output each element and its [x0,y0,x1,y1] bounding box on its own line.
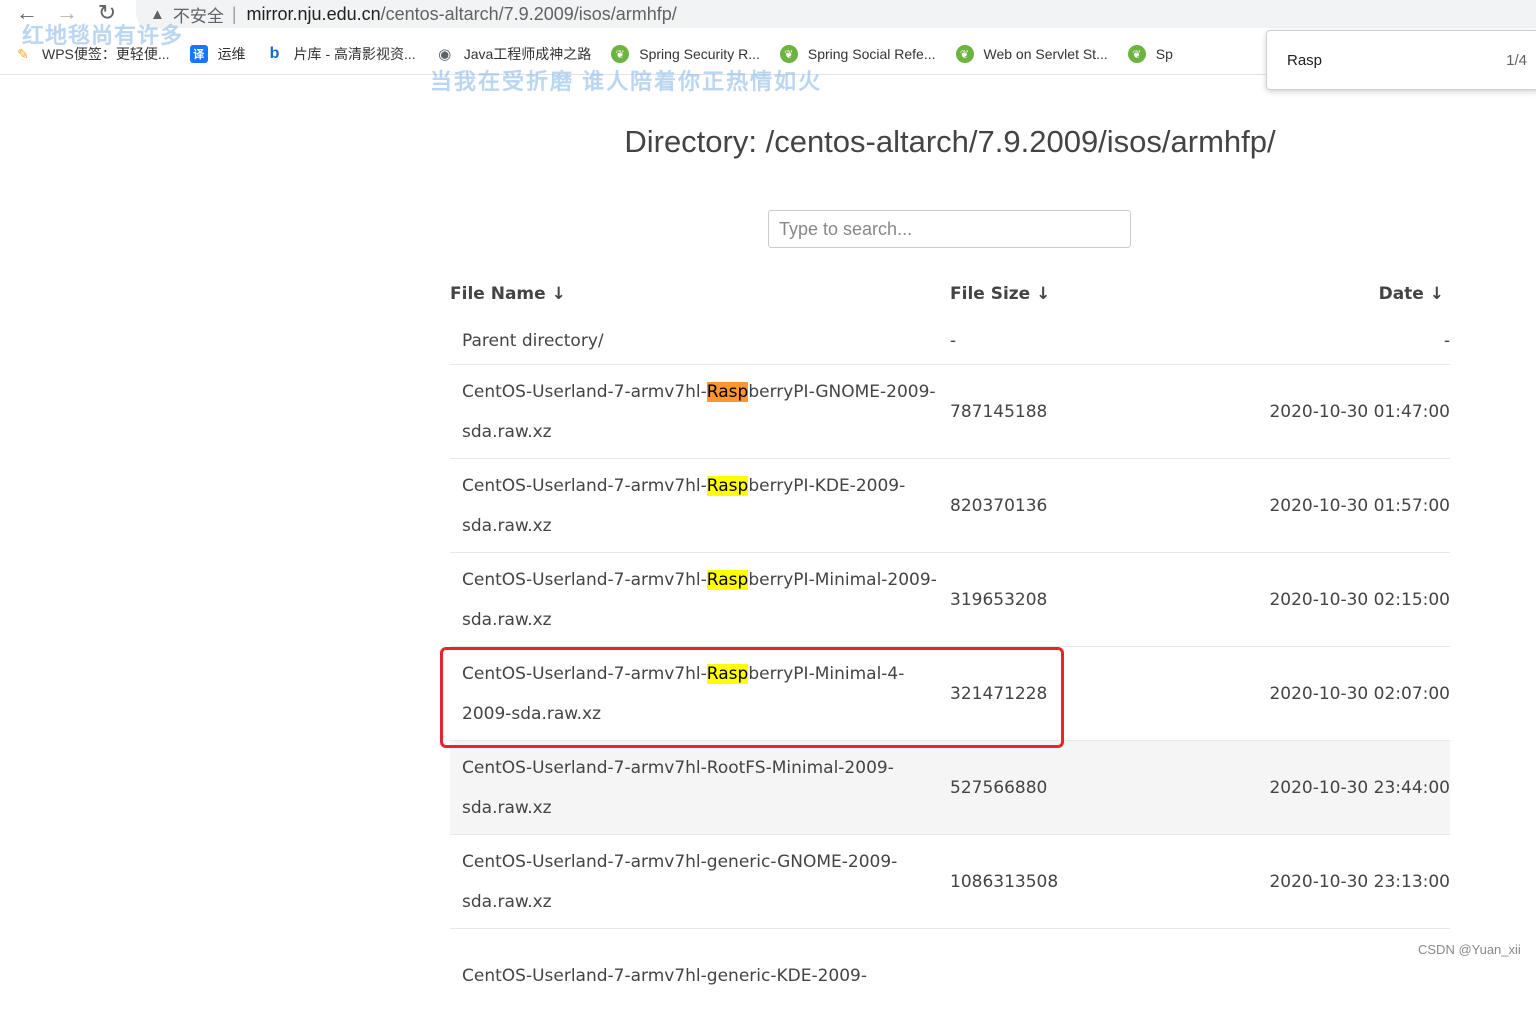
spring-icon: ❦ [779,45,798,63]
bookmark-label: 运维 [217,46,246,62]
table-row: Parent directory/ - - [450,317,1450,365]
find-highlight-active: Rasp [706,381,749,402]
sort-by-name[interactable]: File Name ↓ [450,284,950,304]
find-highlight: Rasp [706,663,749,684]
parent-directory-link[interactable]: Parent directory/ [450,321,950,361]
globe-icon: ◉ [438,46,452,63]
page-title: Directory: /centos-altarch/7.9.2009/isos… [624,124,1276,159]
file-size: 1086313508 [950,871,1059,892]
find-match-count: 1/4 [1506,51,1527,69]
file-date: 2020-10-30 01:57:00 [1269,495,1450,516]
file-size: 321471228 [950,683,1048,704]
file-link[interactable]: CentOS-Userland-7-armv7hl-RaspberryPI-GN… [450,372,950,452]
table-header: File Name ↓ File Size ↓ Date ↓ [450,270,1450,317]
bookmark-label: Spring Social Refe... [807,46,936,62]
file-size: 787145188 [950,401,1048,422]
file-link[interactable]: CentOS-Userland-7-armv7hl-RaspberryPI-Mi… [450,654,950,734]
file-name-part: CentOS-Userland-7-armv7hl- [462,475,707,496]
find-input[interactable]: Rasp [1287,52,1506,69]
file-link[interactable]: CentOS-Userland-7-armv7hl-RootFS-Minimal… [450,748,950,828]
url-separator: | [231,3,237,24]
file-size: - [950,330,957,351]
file-name-part: CentOS-Userland-7-armv7hl- [462,381,707,402]
file-date: 2020-10-30 23:44:00 [1269,777,1450,798]
watermark-banner: 当我在受折磨 谁人陪着你正热情如火 [430,69,823,94]
bing-icon: b [269,45,280,62]
table-row: CentOS-Userland-7-armv7hl-RootFS-Minimal… [450,741,1450,835]
file-link[interactable]: CentOS-Userland-7-armv7hl-generic-KDE-20… [450,956,950,996]
bookmark-label: Web on Servlet St... [983,46,1108,62]
file-table: File Name ↓ File Size ↓ Date ↓ Parent di… [450,270,1450,1023]
bookmark-ops[interactable]: 译 运维 [189,44,246,64]
bookmark-spring-social[interactable]: ❦ Spring Social Refe... [779,45,936,63]
bookmark-java[interactable]: ◉ Java工程师成神之路 [436,44,592,64]
bookmark-label: 片库 - 高清影视资... [293,46,416,62]
spring-icon: ❦ [611,45,630,63]
watermark-text: 红地毯尚有许多 [22,23,184,48]
translate-icon: 译 [189,45,208,63]
file-link[interactable]: CentOS-Userland-7-armv7hl-generic-GNOME-… [450,842,950,922]
file-name-part: CentOS-Userland-7-armv7hl- [462,663,707,684]
file-date: 2020-10-30 01:47:00 [1269,401,1450,422]
file-size: 820370136 [950,495,1048,516]
spring-icon: ❦ [955,45,974,63]
table-row: CentOS-Userland-7-armv7hl-RaspberryPI-KD… [450,459,1450,553]
file-date: 2020-10-30 23:13:00 [1269,871,1450,892]
bookmark-spring-security[interactable]: ❦ Spring Security R... [611,45,760,63]
bookmark-web-servlet[interactable]: ❦ Web on Servlet St... [955,45,1108,63]
address-bar[interactable]: ▲ 不安全 | mirror.nju.edu.cn/centos-altarch… [136,0,1536,28]
file-date: - [1443,330,1450,351]
sort-by-date[interactable]: Date ↓ [1200,284,1450,304]
file-name-part: CentOS-Userland-7-armv7hl- [462,569,707,590]
find-highlight: Rasp [706,569,749,590]
search-input[interactable] [768,210,1131,248]
bookmark-label: Java工程师成神之路 [463,46,592,62]
bookmark-spring-more[interactable]: ❦ Sp [1127,45,1173,63]
file-size: 527566880 [950,777,1048,798]
find-highlight: Rasp [706,475,749,496]
table-row: CentOS-Userland-7-armv7hl-RaspberryPI-Mi… [450,553,1450,647]
file-link[interactable]: CentOS-Userland-7-armv7hl-RaspberryPI-KD… [450,466,950,546]
spring-icon: ❦ [1127,45,1146,63]
sort-by-size[interactable]: File Size ↓ [950,284,1200,304]
bookmark-label: Spring Security R... [639,46,760,62]
csdn-watermark: CSDN @Yuan_xii [1418,942,1521,957]
url-path: /centos-altarch/7.9.2009/isos/armhfp/ [380,3,677,24]
table-row: CentOS-Userland-7-armv7hl-generic-GNOME-… [450,835,1450,929]
file-link[interactable]: CentOS-Userland-7-armv7hl-RaspberryPI-Mi… [450,560,950,640]
bookmark-label: Sp [1155,46,1173,62]
bookmark-pianku[interactable]: b 片库 - 高清影视资... [266,44,416,64]
table-row: CentOS-Userland-7-armv7hl-RaspberryPI-GN… [450,365,1450,459]
file-date: 2020-10-30 02:15:00 [1269,589,1450,610]
find-in-page-bar[interactable]: Rasp 1/4 [1266,30,1536,90]
file-size: 319653208 [950,589,1048,610]
file-date: 2020-10-30 02:07:00 [1269,683,1450,704]
table-row: CentOS-Userland-7-armv7hl-RaspberryPI-Mi… [450,647,1450,741]
table-row: CentOS-Userland-7-armv7hl-generic-KDE-20… [450,929,1450,1023]
url-host: mirror.nju.edu.cn [246,3,381,24]
